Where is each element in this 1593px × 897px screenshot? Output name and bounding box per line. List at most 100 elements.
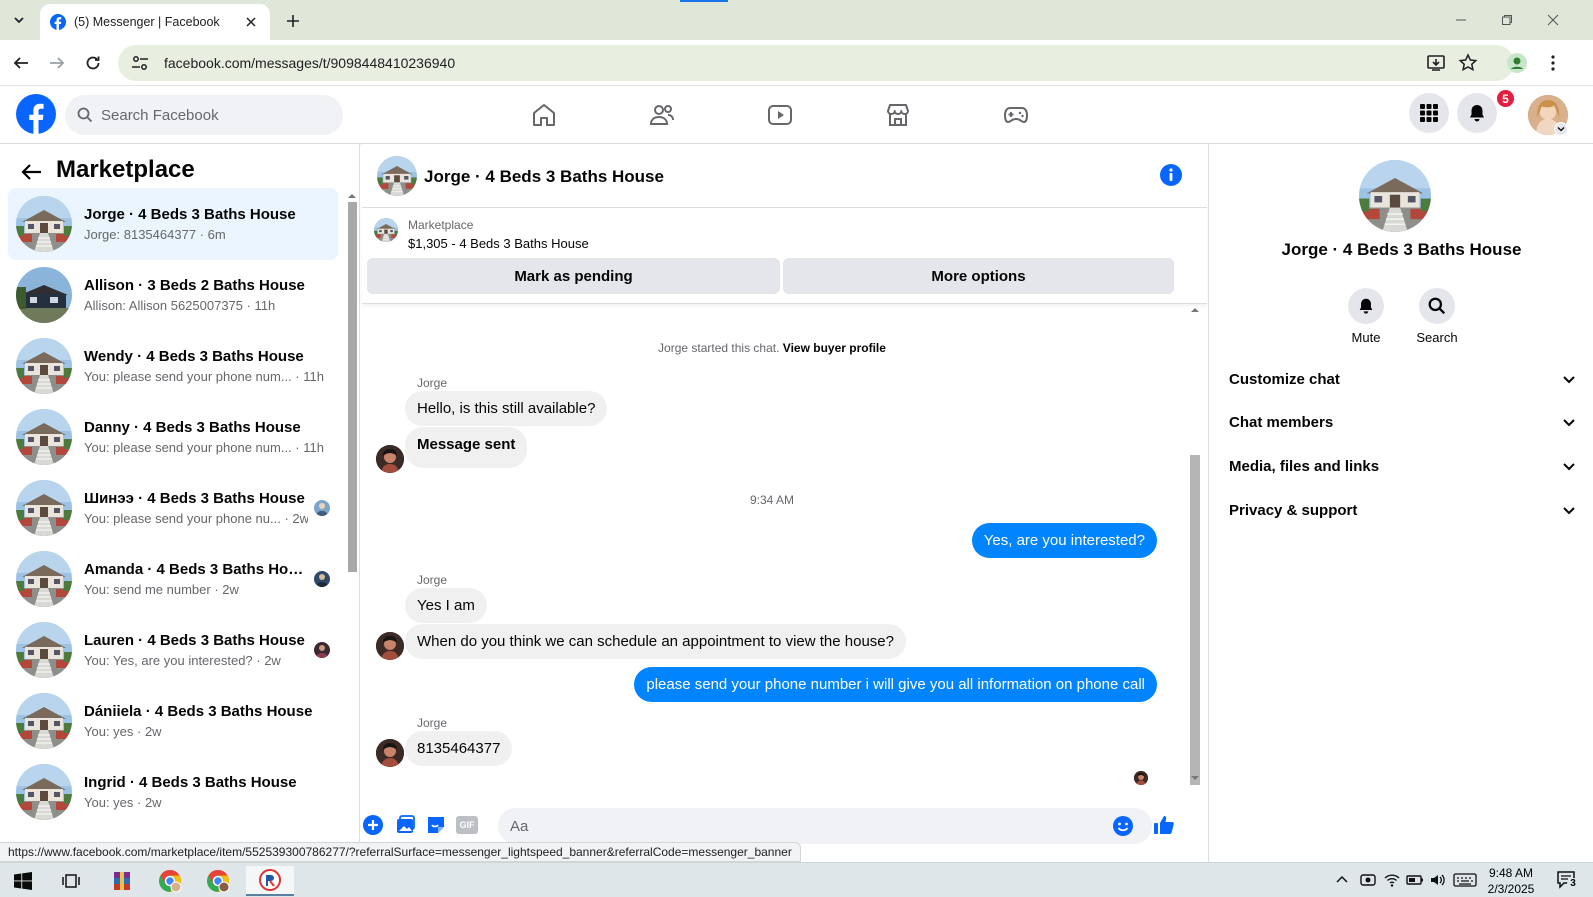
more-options-button[interactable]: More options bbox=[783, 258, 1174, 294]
nav-video[interactable] bbox=[760, 97, 800, 133]
reload-button[interactable] bbox=[82, 52, 104, 74]
message-bubble-incoming[interactable]: When do you think we can schedule an app… bbox=[405, 624, 906, 659]
info-icon[interactable] bbox=[1160, 164, 1182, 186]
marketplace-icon bbox=[887, 104, 909, 126]
winrar-taskbar-button[interactable] bbox=[102, 866, 142, 896]
task-view-button[interactable] bbox=[51, 866, 91, 896]
conversation-item[interactable]: Jorge · 4 Beds 3 Baths House Jorge: 81354… bbox=[8, 188, 338, 260]
chat-info-panel: Jorge · 4 Beds 3 Baths House Mute Search… bbox=[1208, 144, 1593, 864]
plus-circle-icon[interactable] bbox=[362, 814, 384, 836]
chevron-down-icon bbox=[14, 17, 24, 24]
chat-info-avatar[interactable] bbox=[1359, 160, 1431, 232]
chrome-taskbar-button[interactable] bbox=[150, 866, 190, 896]
conversation-list-scrollbar[interactable] bbox=[346, 192, 358, 864]
bookmark-star-icon[interactable] bbox=[1458, 53, 1478, 73]
wifi-icon[interactable] bbox=[1383, 871, 1401, 889]
conversation-preview: You: please send your phone num... · 11h bbox=[84, 369, 324, 384]
facebook-logo-icon[interactable] bbox=[16, 94, 56, 134]
facebook-search-input[interactable] bbox=[101, 106, 321, 124]
conversation-item[interactable]: Amanda · 4 Beds 3 Baths Hou... You: send … bbox=[8, 543, 338, 615]
sender-avatar[interactable] bbox=[376, 739, 404, 767]
start-button[interactable] bbox=[3, 866, 43, 896]
taskbar-clock[interactable]: 9:48 AM 2/3/2025 bbox=[1476, 865, 1546, 897]
privacy-support-section[interactable]: Privacy & support bbox=[1221, 490, 1576, 530]
close-window-button[interactable] bbox=[1542, 10, 1564, 30]
mark-as-pending-button[interactable]: Mark as pending bbox=[367, 258, 780, 294]
back-arrow-icon[interactable] bbox=[20, 160, 44, 184]
message-bubble-outgoing[interactable]: please send your phone number i will giv… bbox=[634, 667, 1157, 702]
conversation-preview: You: yes · 2w bbox=[84, 795, 162, 810]
conversation-item[interactable]: Wendy · 4 Beds 3 Baths House You: please … bbox=[8, 330, 338, 402]
sender-avatar[interactable] bbox=[376, 445, 404, 473]
volume-icon[interactable] bbox=[1429, 871, 1447, 889]
nav-home[interactable] bbox=[524, 97, 564, 133]
meet-now-icon[interactable] bbox=[1359, 871, 1377, 889]
account-chevron[interactable] bbox=[1554, 122, 1568, 136]
tab-close-icon[interactable] bbox=[242, 13, 260, 31]
tab-search-button[interactable] bbox=[6, 8, 32, 32]
media-files-links-section[interactable]: Media, files and links bbox=[1221, 446, 1576, 486]
message-bubble-incoming[interactable]: Message sent bbox=[405, 427, 528, 468]
nav-friends[interactable] bbox=[642, 97, 682, 133]
mute-button[interactable]: Mute bbox=[1336, 288, 1396, 345]
scrollbar-thumb[interactable] bbox=[1190, 455, 1200, 785]
conversation-item[interactable]: Danny · 4 Beds 3 Baths House You: please … bbox=[8, 401, 338, 473]
new-tab-button[interactable] bbox=[282, 10, 304, 32]
message-bubble-incoming[interactable]: Hello, is this still available? bbox=[405, 391, 608, 426]
message-bubble-incoming[interactable]: Yes I am bbox=[405, 588, 487, 623]
scroll-up-arrow-icon[interactable] bbox=[346, 192, 358, 200]
thread-scrollbar[interactable] bbox=[1188, 305, 1202, 805]
scroll-down-arrow-icon[interactable] bbox=[1188, 773, 1202, 783]
forward-button[interactable] bbox=[46, 52, 68, 74]
restore-button[interactable] bbox=[1496, 10, 1518, 30]
sender-avatar[interactable] bbox=[376, 632, 404, 660]
chat-title[interactable]: Jorge · 4 Beds 3 Baths House bbox=[424, 167, 664, 187]
chrome-icon bbox=[207, 870, 230, 893]
listing-title[interactable]: $1,305 - 4 Beds 3 Baths House bbox=[408, 236, 589, 251]
browser-menu-button[interactable] bbox=[1542, 52, 1564, 74]
conversation-item[interactable]: Lauren · 4 Beds 3 Baths House You: Yes, a… bbox=[8, 614, 338, 686]
facebook-header bbox=[0, 87, 1593, 144]
message-bubble-incoming[interactable]: 8135464377 bbox=[405, 731, 513, 766]
search-in-chat-button[interactable]: Search bbox=[1407, 288, 1467, 345]
chrome-profile-taskbar-button[interactable] bbox=[198, 866, 238, 896]
conversation-item[interactable]: Dániiela · 4 Beds 3 Baths House You: yes … bbox=[8, 685, 338, 757]
show-hidden-icons-chevron-icon[interactable] bbox=[1333, 871, 1351, 889]
gif-button[interactable]: GIF bbox=[456, 816, 478, 834]
conversation-item[interactable]: Ingrid · 4 Beds 3 Baths House You: yes · … bbox=[8, 756, 338, 828]
battery-icon[interactable] bbox=[1406, 871, 1424, 889]
menu-button[interactable] bbox=[1409, 93, 1449, 133]
address-bar[interactable]: facebook.com/messages/t/9098448410236940 bbox=[118, 45, 1514, 81]
message-bubble-outgoing[interactable]: Yes, are you interested? bbox=[971, 523, 1157, 558]
archive-app-icon bbox=[114, 872, 130, 890]
minimize-button[interactable] bbox=[1450, 10, 1472, 30]
back-button[interactable] bbox=[10, 52, 32, 74]
conversation-item[interactable]: Шинээ · 4 Beds 3 Baths House You: please … bbox=[8, 472, 338, 544]
scrollbar-thumb[interactable] bbox=[348, 202, 357, 572]
customize-chat-section[interactable]: Customize chat bbox=[1221, 359, 1576, 399]
chat-members-section[interactable]: Chat members bbox=[1221, 402, 1576, 442]
conversation-item[interactable]: Allison · 3 Beds 2 Baths House Allison: A… bbox=[8, 259, 338, 331]
sticker-icon[interactable] bbox=[425, 814, 447, 836]
active-app-taskbar-button[interactable] bbox=[246, 866, 294, 896]
listing-thumbnail[interactable] bbox=[374, 218, 398, 242]
browser-tab-messenger[interactable]: (5) Messenger | Facebook bbox=[40, 4, 270, 40]
nav-gaming[interactable] bbox=[996, 97, 1036, 133]
notifications-button[interactable] bbox=[1457, 93, 1497, 133]
profile-button[interactable] bbox=[1506, 52, 1528, 74]
keyboard-icon[interactable] bbox=[1453, 871, 1477, 889]
profile-icon bbox=[1507, 53, 1527, 73]
view-buyer-profile-link[interactable]: View buyer profile bbox=[783, 341, 886, 355]
facebook-search[interactable] bbox=[65, 95, 343, 135]
message-input[interactable] bbox=[510, 817, 1090, 835]
nav-marketplace[interactable] bbox=[878, 97, 918, 133]
chat-avatar[interactable] bbox=[377, 156, 417, 196]
action-center-button[interactable]: 3 bbox=[1556, 869, 1579, 891]
plus-icon bbox=[287, 15, 299, 27]
thumbs-up-icon[interactable] bbox=[1152, 813, 1176, 837]
install-app-icon[interactable] bbox=[1426, 53, 1446, 73]
message-input-field[interactable] bbox=[498, 808, 1152, 844]
scroll-up-arrow-icon[interactable] bbox=[1188, 305, 1202, 315]
emoji-icon[interactable] bbox=[1112, 815, 1134, 837]
photo-icon[interactable] bbox=[394, 814, 416, 836]
